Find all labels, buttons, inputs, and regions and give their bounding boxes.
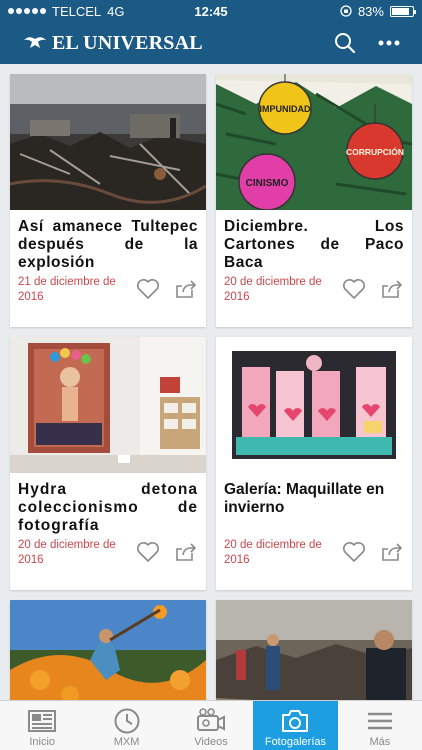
app-header: EL UNIVERSAL [0,22,422,64]
gallery-card[interactable]: IMPUNIDAD CORRUPCIÓN CINISMO Diciembre. … [216,74,412,327]
card-date: 20 de diciembre de 2016 [224,276,322,303]
brand-logo[interactable]: EL UNIVERSAL [22,32,203,55]
gallery-card[interactable]: Galería: Maquillate en invierno 20 de di… [216,337,412,590]
cartoon-word: CORRUPCIÓN [346,146,404,157]
card-date: 20 de diciembre de 2016 [224,539,322,566]
more-button[interactable] [378,40,400,46]
card-image[interactable]: IMPUNIDAD CORRUPCIÓN CINISMO [216,74,412,210]
tab-label: Inicio [29,736,56,748]
signal-icon [8,8,46,14]
card-image[interactable] [216,600,412,700]
heart-icon[interactable] [342,541,366,563]
camera-icon [282,710,309,732]
share-icon[interactable] [380,541,404,563]
more-icon [378,40,400,46]
orientation-lock-icon [340,5,352,17]
brand-name: EL UNIVERSAL [52,31,203,54]
video-camera-icon [197,708,226,731]
card-image[interactable] [10,600,206,700]
heart-icon[interactable] [136,541,160,563]
card-title[interactable]: Diciembre. Los Cartones de Paco Baca [216,210,412,272]
search-icon [335,33,356,54]
hamburger-icon [367,712,392,730]
gallery-card[interactable] [216,600,412,700]
card-date: 20 de diciembre de 2016 [18,539,116,566]
eagle-icon [24,37,46,48]
status-time: 12:45 [194,3,228,19]
tab-mas[interactable]: Más [338,701,422,750]
tab-mxm[interactable]: MXM [84,701,168,750]
card-image[interactable] [216,337,412,473]
card-date: 21 de diciembre de 2016 [18,276,116,303]
gallery-grid: Así amanece Tultepec después de la explo… [0,64,422,700]
card-image[interactable] [10,337,206,473]
tab-inicio[interactable]: Inicio [0,701,84,750]
tab-label: MXM [113,736,140,748]
card-title[interactable]: Hydra detona coleccionismo de fotografía [10,473,206,535]
tab-label: Fotogalerías [264,736,326,748]
tab-fotogalerias[interactable]: Fotogalerías [253,701,338,750]
carrier-name: TELCEL [52,3,102,19]
tab-label: Más [369,736,391,748]
gallery-card[interactable] [10,600,206,700]
cartoon-word: CINISMO [246,178,289,189]
heart-icon[interactable] [342,278,366,300]
tab-videos[interactable]: Videos [169,701,253,750]
tab-bar: Inicio MXM Videos Fotogalerías Más [0,700,422,750]
battery-icon [389,5,416,17]
gallery-card[interactable]: Hydra detona coleccionismo de fotografía… [10,337,206,590]
clock-icon [114,708,140,734]
newspaper-icon [28,710,57,732]
status-bar: TELCEL 4G 12:45 83% [0,0,422,22]
card-image[interactable] [10,74,206,210]
card-title[interactable]: Así amanece Tultepec después de la explo… [10,210,206,272]
tab-label: Videos [194,736,228,748]
gallery-card[interactable]: Así amanece Tultepec después de la explo… [10,74,206,327]
card-title[interactable]: Galería: Maquillate en invierno [216,473,412,517]
battery-percent: 83% [357,3,384,19]
share-icon[interactable] [174,278,198,300]
search-button[interactable] [334,32,356,54]
cartoon-word: IMPUNIDAD [260,104,311,114]
share-icon[interactable] [380,278,404,300]
heart-icon[interactable] [136,278,160,300]
network-type: 4G [107,3,125,19]
share-icon[interactable] [174,541,198,563]
